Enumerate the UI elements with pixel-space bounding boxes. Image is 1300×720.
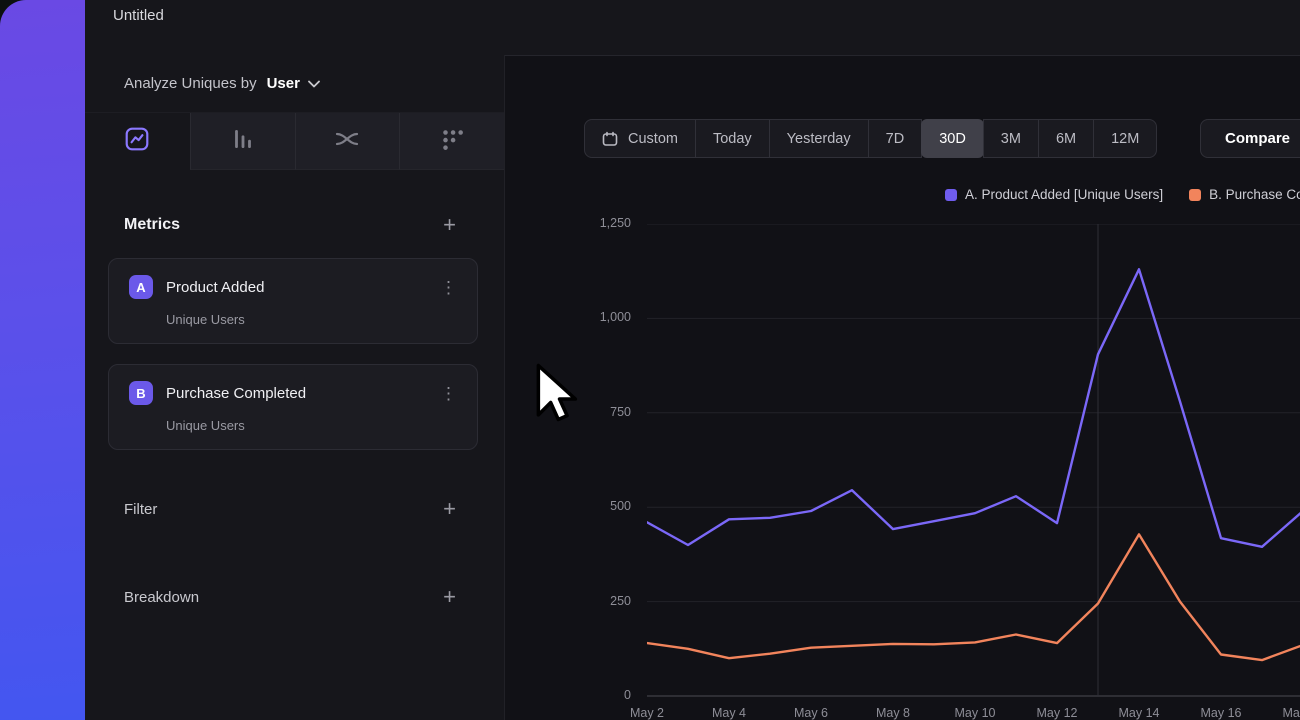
- y-tick-label: 750: [505, 405, 631, 419]
- add-filter-button[interactable]: +: [443, 498, 456, 520]
- analytics-app-window: Untitled Analyze Uniques by User: [85, 0, 1300, 720]
- tab-funnels[interactable]: [190, 113, 295, 170]
- kebab-menu-icon[interactable]: ⋮: [436, 279, 461, 296]
- metric-measurement[interactable]: Unique Users: [166, 418, 461, 433]
- custom-range-button[interactable]: Custom: [584, 119, 696, 158]
- metrics-title: Metrics: [124, 216, 180, 234]
- gradient-strip: [0, 0, 85, 720]
- metric-name[interactable]: Product Added: [166, 279, 436, 296]
- analyze-uniques-row: Analyze Uniques by User: [85, 55, 504, 112]
- report-title[interactable]: Untitled: [113, 7, 164, 24]
- x-tick-label: May 16: [1190, 706, 1252, 720]
- chart-panel: Custom Today Yesterday 7D 30D 3M 6M 12M …: [505, 55, 1300, 720]
- y-tick-label: 0: [505, 688, 631, 702]
- chevron-down-icon[interactable]: [308, 80, 320, 88]
- x-tick-label: May 12: [1026, 706, 1088, 720]
- desktop-gradient-background: [0, 0, 85, 720]
- legend-item-a[interactable]: A. Product Added [Unique Users]: [945, 187, 1163, 202]
- query-builder-sidebar: Analyze Uniques by User: [85, 55, 505, 720]
- tab-flows[interactable]: [295, 113, 400, 170]
- tab-insights[interactable]: [85, 113, 190, 170]
- breakdown-section-header: Breakdown +: [85, 586, 504, 608]
- x-tick-label: May 4: [698, 706, 760, 720]
- y-tick-label: 250: [505, 594, 631, 608]
- 6m-range-button[interactable]: 6M: [1038, 119, 1094, 158]
- date-range-toolbar: Custom Today Yesterday 7D 30D 3M 6M 12M: [584, 119, 1157, 158]
- range-label: Custom: [628, 131, 678, 147]
- today-range-button[interactable]: Today: [695, 119, 770, 158]
- y-tick-label: 1,250: [505, 216, 631, 230]
- breakdown-title: Breakdown: [124, 589, 199, 606]
- 3m-range-button[interactable]: 3M: [983, 119, 1039, 158]
- x-tick-label: May 2: [616, 706, 678, 720]
- metric-letter-badge: B: [129, 381, 153, 405]
- line-chart[interactable]: 02505007501,0001,250 May 2May 4May 6May …: [505, 224, 1300, 720]
- insights-line-chart-icon: [124, 126, 150, 157]
- metric-letter-badge: A: [129, 275, 153, 299]
- add-metric-button[interactable]: +: [443, 214, 456, 236]
- y-tick-label: 500: [505, 499, 631, 513]
- calendar-icon: [602, 131, 618, 147]
- metric-card-a[interactable]: A Product Added ⋮ Unique Users: [108, 258, 478, 344]
- funnel-bars-icon: [230, 126, 256, 157]
- x-tick-label: May 6: [780, 706, 842, 720]
- y-tick-label: 1,000: [505, 310, 631, 324]
- metric-name[interactable]: Purchase Completed: [166, 385, 436, 402]
- x-tick-label: May 14: [1108, 706, 1170, 720]
- yesterday-range-button[interactable]: Yesterday: [769, 119, 869, 158]
- legend-swatch-b: [1189, 189, 1201, 201]
- compare-button[interactable]: Compare: [1200, 119, 1300, 158]
- legend-label-b: B. Purchase Completed [Unique Users]: [1209, 187, 1300, 202]
- analyze-by-dropdown[interactable]: User: [267, 75, 300, 92]
- legend-item-b[interactable]: B. Purchase Completed [Unique Users]: [1189, 187, 1300, 202]
- analyze-label: Analyze Uniques by: [124, 75, 257, 92]
- add-breakdown-button[interactable]: +: [443, 586, 456, 608]
- tab-retention[interactable]: [399, 113, 504, 170]
- top-bar: Untitled: [85, 0, 1300, 55]
- x-tick-label: May 18: [1272, 706, 1300, 720]
- 30d-range-button[interactable]: 30D: [921, 119, 984, 158]
- metric-measurement[interactable]: Unique Users: [166, 312, 461, 327]
- 7d-range-button[interactable]: 7D: [868, 119, 923, 158]
- x-tick-label: May 10: [944, 706, 1006, 720]
- 12m-range-button[interactable]: 12M: [1093, 119, 1157, 158]
- chart-legend: A. Product Added [Unique Users] B. Purch…: [945, 187, 1300, 202]
- retention-dots-icon: [439, 126, 465, 157]
- filter-title: Filter: [124, 501, 157, 518]
- metric-card-b[interactable]: B Purchase Completed ⋮ Unique Users: [108, 364, 478, 450]
- filter-section-header: Filter +: [85, 498, 504, 520]
- metric-cards: A Product Added ⋮ Unique Users B Purchas…: [85, 258, 504, 450]
- report-type-tabs: [85, 112, 504, 170]
- x-tick-label: May 8: [862, 706, 924, 720]
- legend-swatch-a: [945, 189, 957, 201]
- legend-label-a: A. Product Added [Unique Users]: [965, 187, 1163, 202]
- metrics-section-header: Metrics +: [85, 214, 504, 236]
- flows-icon: [334, 126, 360, 157]
- plot-area[interactable]: [647, 224, 1300, 698]
- kebab-menu-icon[interactable]: ⋮: [436, 385, 461, 402]
